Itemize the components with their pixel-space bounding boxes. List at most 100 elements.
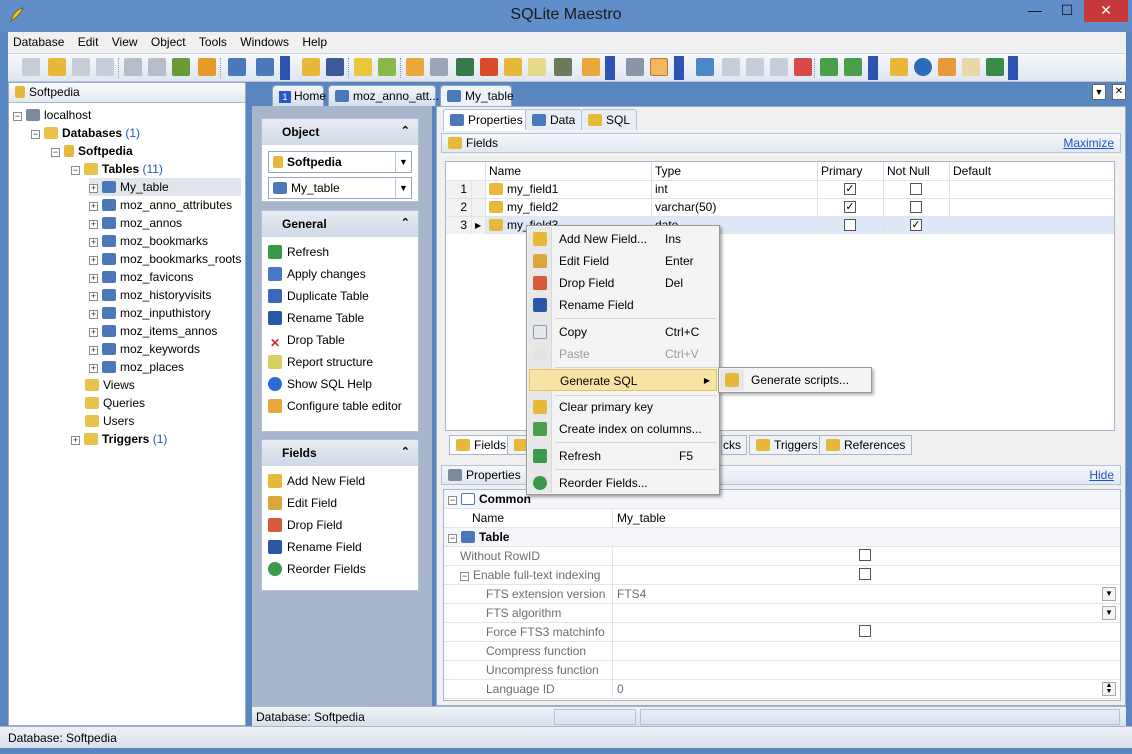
forward-icon[interactable]	[844, 58, 862, 76]
col-default[interactable]: Default	[950, 162, 1114, 180]
without-rowid-checkbox[interactable]	[859, 549, 871, 561]
collapse-icon[interactable]: ⌃	[401, 445, 410, 458]
connect-icon[interactable]	[124, 58, 142, 76]
maximize-link[interactable]: Maximize	[1063, 136, 1114, 150]
prop-fulltext[interactable]: − Enable full-text indexing	[444, 566, 1120, 585]
prop-group-table[interactable]: − Table	[444, 528, 1120, 547]
collapse-icon[interactable]: ⌃	[401, 216, 410, 229]
back-icon[interactable]	[820, 58, 838, 76]
menu-tools[interactable]: Tools	[194, 32, 232, 52]
chevron-down-icon[interactable]: ▼	[1102, 587, 1116, 601]
collapse-icon[interactable]: ⌃	[401, 124, 410, 137]
tile-vertical-icon[interactable]	[770, 58, 788, 76]
tree-table-item[interactable]: + moz_items_annos	[89, 322, 217, 340]
tree-users[interactable]: Users	[85, 412, 134, 430]
menu-edit-field[interactable]: Edit Field Enter	[529, 250, 717, 272]
script-icon[interactable]	[554, 58, 572, 76]
maximize-button[interactable]: ☐	[1052, 0, 1082, 22]
nav-fields-header[interactable]: Fields ⌃	[262, 440, 418, 466]
grid-icon[interactable]	[256, 58, 274, 76]
col-notnull[interactable]: Not Null	[884, 162, 950, 180]
tab-home[interactable]: 1 Home	[272, 85, 326, 106]
chevron-down-icon[interactable]: ▼	[1102, 606, 1116, 620]
prop-name-value[interactable]: My_table	[612, 509, 1120, 528]
drop-object-icon[interactable]	[96, 58, 114, 76]
cascade-icon[interactable]	[722, 58, 740, 76]
subtab-indexes[interactable]	[507, 435, 528, 455]
tree-triggers[interactable]: + Triggers (1)	[71, 430, 167, 448]
tab-moz-anno[interactable]: moz_anno_att...	[328, 85, 439, 106]
disconnect-icon[interactable]	[148, 58, 166, 76]
col-name[interactable]: Name	[486, 162, 652, 180]
table-icon[interactable]	[228, 58, 246, 76]
window-new-icon[interactable]	[696, 58, 714, 76]
prop-language-value[interactable]: 0	[612, 680, 1120, 699]
document-icon[interactable]	[528, 58, 546, 76]
tree-table-item[interactable]: + moz_anno_attributes	[89, 196, 232, 214]
tree-tables[interactable]: − Tables (11)	[71, 160, 163, 178]
menu-create-index[interactable]: Create index on columns...	[529, 418, 717, 440]
table-combo[interactable]: My_table ▼	[268, 177, 412, 199]
field-type[interactable]: int	[652, 181, 818, 198]
tree-queries[interactable]: Queries	[85, 394, 145, 412]
sql-editor-icon[interactable]	[302, 58, 320, 76]
subtab-checks[interactable]: cks	[721, 435, 747, 455]
prop-fts-version[interactable]: FTS extension version FTS4 ▼	[444, 585, 1120, 604]
menu-paste[interactable]: Paste Ctrl+V	[529, 343, 717, 365]
prop-uncompress[interactable]: Uncompress function	[444, 661, 1120, 680]
tile-horizontal-icon[interactable]	[746, 58, 764, 76]
update-icon[interactable]	[986, 58, 1004, 76]
print-icon[interactable]	[430, 58, 448, 76]
nav-rename-table[interactable]: Rename Table	[262, 307, 418, 329]
menu-windows[interactable]: Windows	[235, 32, 294, 52]
tree-views[interactable]: Views	[85, 376, 135, 394]
nav-drop-field[interactable]: Drop Field	[262, 514, 418, 536]
menu-edit[interactable]: Edit	[73, 32, 104, 52]
tree-table-item[interactable]: + My_table	[89, 178, 241, 196]
force-fts3-checkbox[interactable]	[859, 625, 871, 637]
mail-icon[interactable]	[962, 58, 980, 76]
tree-icon[interactable]	[650, 58, 668, 76]
tree-host[interactable]: − localhost	[13, 106, 91, 124]
tree-table-item[interactable]: + moz_keywords	[89, 340, 200, 358]
tab-close-button[interactable]: ✕	[1112, 84, 1126, 100]
menu-generate-scripts[interactable]: Generate scripts...	[721, 369, 871, 391]
nav-drop-table[interactable]: ✕ Drop Table	[262, 329, 418, 351]
tree-table-item[interactable]: + moz_annos	[89, 214, 182, 232]
table-row[interactable]: 1 my_field1 int ✓	[446, 180, 1114, 198]
prop-force-fts3[interactable]: Force FTS3 matchinfo	[444, 623, 1120, 642]
col-type[interactable]: Type	[652, 162, 818, 180]
menu-generate-sql[interactable]: Generate SQL ▶	[529, 369, 717, 391]
nav-object-header[interactable]: Object ⌃	[262, 119, 418, 145]
nav-rename-field[interactable]: Rename Field	[262, 536, 418, 558]
spin-icon[interactable]: ▲ ▼	[1102, 682, 1116, 696]
tree-table-item[interactable]: + moz_historyvisits	[89, 286, 211, 304]
menu-clear-primary-key[interactable]: Clear primary key	[529, 396, 717, 418]
field-default[interactable]	[950, 199, 1114, 216]
prop-without-rowid[interactable]: Without RowID	[444, 547, 1120, 566]
tree-table-item[interactable]: + moz_places	[89, 358, 184, 376]
subtab-fields[interactable]: Fields	[449, 435, 514, 455]
nav-edit-field[interactable]: Edit Field	[262, 492, 418, 514]
tab-my-table[interactable]: My_table	[440, 85, 514, 108]
chart-icon[interactable]	[326, 58, 344, 76]
nav-general-header[interactable]: General ⌃	[262, 211, 418, 237]
home-icon[interactable]	[890, 58, 908, 76]
package-icon[interactable]	[504, 58, 522, 76]
primary-checkbox[interactable]: ✓	[844, 201, 856, 213]
tree-db-softpedia[interactable]: − Softpedia	[51, 142, 133, 160]
nav-reorder-fields[interactable]: Reorder Fields	[262, 558, 418, 580]
primary-checkbox[interactable]: ✓	[844, 183, 856, 195]
lightning-icon[interactable]	[354, 58, 372, 76]
col-primary[interactable]: Primary	[818, 162, 884, 180]
plug-icon[interactable]	[172, 58, 190, 76]
tree-table-item[interactable]: + moz_bookmarks	[89, 232, 208, 250]
subtab-triggers[interactable]: Triggers	[749, 435, 825, 455]
tools-icon[interactable]	[582, 58, 600, 76]
tree-table-item[interactable]: + moz_bookmarks_roots	[89, 250, 241, 268]
edit-object-icon[interactable]	[72, 58, 90, 76]
tree-table-item[interactable]: + moz_inputhistory	[89, 304, 211, 322]
nav-report-structure[interactable]: Report structure	[262, 351, 418, 373]
tab-sql[interactable]: SQL	[581, 109, 638, 130]
image-icon[interactable]	[456, 58, 474, 76]
